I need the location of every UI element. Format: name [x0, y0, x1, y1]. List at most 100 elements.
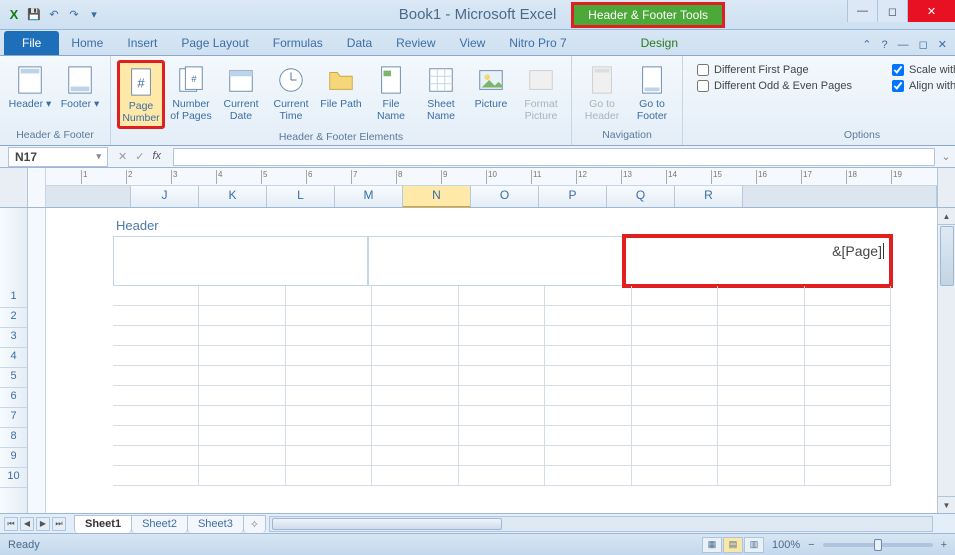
worksheet-area: 1 2 3 4 5 6 7 8 9 10 Header &[Page] [0, 208, 955, 513]
row-header[interactable]: 7 [0, 408, 27, 428]
undo-icon[interactable]: ↶ [46, 7, 62, 23]
tab-design[interactable]: Design [629, 32, 690, 55]
header-right-section[interactable]: &[Page] [624, 236, 891, 286]
row-header[interactable]: 3 [0, 328, 27, 348]
vertical-scrollbar[interactable]: ▲ ▼ [937, 208, 955, 513]
goto-footer-icon [630, 63, 674, 97]
row-header[interactable]: 1 [0, 288, 27, 308]
save-icon[interactable]: 💾 [26, 7, 42, 23]
number-of-pages-button[interactable]: # Number of Pages [167, 60, 215, 125]
sheet-tab[interactable]: Sheet3 [187, 515, 244, 533]
mdi-restore-icon[interactable]: ◻ [919, 38, 928, 51]
mdi-minimize-icon[interactable]: — [898, 39, 909, 51]
tab-page-layout[interactable]: Page Layout [169, 32, 260, 55]
header-left-section[interactable] [113, 236, 368, 286]
tab-data[interactable]: Data [335, 32, 384, 55]
row-header[interactable]: 9 [0, 448, 27, 468]
footer-button[interactable]: Footer ▾ [56, 60, 104, 114]
goto-footer-button[interactable]: Go to Footer [628, 60, 676, 125]
row-header[interactable]: 5 [0, 368, 27, 388]
page-layout-view-button[interactable]: ▤ [723, 537, 743, 553]
zoom-level[interactable]: 100% [772, 539, 800, 551]
number-of-pages-icon: # [169, 63, 213, 97]
column-header[interactable]: L [267, 186, 335, 207]
window-maximize-button[interactable]: ◻ [877, 0, 907, 22]
header-section-label: Header [116, 218, 159, 233]
column-header[interactable]: M [335, 186, 403, 207]
tab-file[interactable]: File [4, 31, 59, 55]
row-header[interactable]: 10 [0, 468, 27, 488]
column-header[interactable]: K [199, 186, 267, 207]
window-close-button[interactable]: ✕ [907, 0, 955, 22]
header-button[interactable]: Header ▾ [6, 60, 54, 114]
ribbon-minimize-icon[interactable]: ⌃ [862, 38, 871, 51]
prev-sheet-icon[interactable]: ◀ [20, 517, 34, 531]
tab-formulas[interactable]: Formulas [261, 32, 335, 55]
page-break-view-button[interactable]: ▥ [744, 537, 764, 553]
zoom-out-button[interactable]: − [808, 539, 814, 551]
column-header[interactable]: J [131, 186, 199, 207]
row-header[interactable]: 4 [0, 348, 27, 368]
next-sheet-icon[interactable]: ▶ [36, 517, 50, 531]
zoom-in-button[interactable]: + [941, 539, 947, 551]
header-center-section[interactable] [368, 236, 623, 286]
column-header[interactable]: R [675, 186, 743, 207]
diff-odd-even-checkbox[interactable]: Different Odd & Even Pages [697, 80, 852, 92]
align-page-margins-checkbox[interactable]: Align with Page Margins [892, 80, 955, 92]
sheet-name-button[interactable]: Sheet Name [417, 60, 465, 125]
name-box[interactable]: N17 ▾ [8, 147, 108, 167]
hscroll-thumb[interactable] [272, 518, 502, 530]
row-header[interactable]: 6 [0, 388, 27, 408]
view-buttons: ▦ ▤ ▥ [702, 537, 764, 553]
formula-bar-expand-icon[interactable]: ⌄ [937, 150, 955, 163]
redo-icon[interactable]: ↷ [66, 7, 82, 23]
header-icon [8, 63, 52, 97]
current-time-button[interactable]: Current Time [267, 60, 315, 125]
help-icon[interactable]: ? [882, 39, 888, 51]
new-sheet-button[interactable]: ✧ [243, 515, 266, 533]
format-picture-button: Format Picture [517, 60, 565, 125]
horizontal-scrollbar[interactable] [269, 516, 933, 532]
normal-view-button[interactable]: ▦ [702, 537, 722, 553]
vscroll-thumb[interactable] [940, 226, 954, 286]
namebox-dropdown-icon[interactable]: ▾ [96, 151, 101, 162]
tab-home[interactable]: Home [59, 32, 115, 55]
sheet-tab[interactable]: Sheet2 [131, 515, 188, 533]
diff-first-page-checkbox[interactable]: Different First Page [697, 64, 852, 76]
zoom-slider-thumb[interactable] [874, 539, 882, 551]
page-number-button[interactable]: # Page Number [117, 60, 165, 129]
column-header[interactable]: P [539, 186, 607, 207]
window-minimize-button[interactable]: — [847, 0, 877, 22]
current-date-button[interactable]: Current Date [217, 60, 265, 125]
column-headers: J K L M N O P Q R [46, 186, 937, 207]
horizontal-ruler: 1 2 3 4 5 6 7 8 9 10 11 12 13 14 15 16 1… [46, 168, 937, 186]
row-header[interactable]: 8 [0, 428, 27, 448]
last-sheet-icon[interactable]: ⏭ [52, 517, 66, 531]
column-header[interactable]: Q [607, 186, 675, 207]
file-icon [369, 63, 413, 97]
qat-customize-icon[interactable]: ▾ [86, 7, 102, 23]
tab-review[interactable]: Review [384, 32, 447, 55]
zoom-slider[interactable] [823, 543, 933, 547]
scroll-up-icon[interactable]: ▲ [938, 208, 955, 225]
row-header[interactable]: 2 [0, 308, 27, 328]
tab-view[interactable]: View [448, 32, 498, 55]
scale-with-document-checkbox[interactable]: Scale with Document [892, 64, 955, 76]
select-all-corner[interactable] [0, 168, 28, 207]
mdi-close-icon[interactable]: ✕ [938, 38, 947, 51]
cell-grid[interactable] [113, 286, 891, 486]
column-header-selected[interactable]: N [403, 186, 471, 207]
sheet-tab-active[interactable]: Sheet1 [74, 515, 132, 533]
worksheet-canvas[interactable]: Header &[Page] [46, 208, 937, 513]
row-headers: 1 2 3 4 5 6 7 8 9 10 [0, 208, 28, 513]
insert-function-icon[interactable]: fx [152, 150, 161, 163]
file-name-button[interactable]: File Name [367, 60, 415, 125]
column-header[interactable]: O [471, 186, 539, 207]
tab-insert[interactable]: Insert [115, 32, 169, 55]
scroll-down-icon[interactable]: ▼ [938, 496, 955, 513]
first-sheet-icon[interactable]: ⏮ [4, 517, 18, 531]
file-path-button[interactable]: File Path [317, 60, 365, 114]
formula-input[interactable] [173, 148, 935, 166]
tab-nitro[interactable]: Nitro Pro 7 [497, 32, 578, 55]
picture-button[interactable]: Picture [467, 60, 515, 114]
